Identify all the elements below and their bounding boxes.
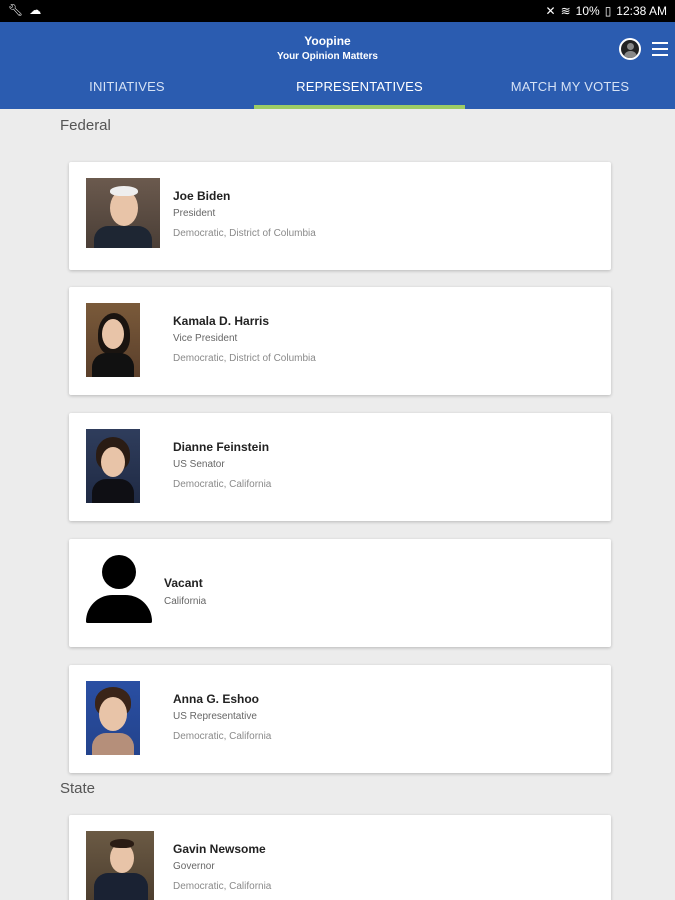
rep-title: Governor (173, 861, 215, 872)
hamburger-menu-icon[interactable] (652, 42, 668, 56)
rep-name: Vacant (164, 576, 203, 590)
rep-card[interactable]: Kamala D. Harris Vice President Democrat… (69, 287, 611, 395)
tab-representatives[interactable]: REPRESENTATIVES (254, 75, 465, 109)
rep-photo (86, 429, 140, 503)
rep-title: US Senator (173, 459, 225, 470)
rep-party: Democratic, District of Columbia (173, 228, 316, 239)
tab-bar: INITIATIVES REPRESENTATIVES MATCH MY VOT… (0, 75, 675, 109)
rep-card[interactable]: Gavin Newsome Governor Democratic, Calif… (69, 815, 611, 900)
rep-card[interactable]: Joe Biden President Democratic, District… (69, 162, 611, 270)
app-title: Yoopine (304, 34, 351, 48)
rep-title: Vice President (173, 333, 238, 344)
rep-name: Gavin Newsome (173, 842, 266, 856)
rep-party: Democratic, California (173, 479, 272, 490)
app-bar: Yoopine Your Opinion Matters INITIATIVES… (0, 22, 675, 109)
app-subtitle: Your Opinion Matters (277, 51, 378, 62)
rep-party: Democratic, California (173, 881, 272, 892)
cloud-icon: ☁︎ (29, 3, 42, 17)
rep-party: Democratic, California (173, 731, 272, 742)
battery-icon: ▯ (604, 4, 612, 18)
mute-icon: ✕ (545, 4, 556, 18)
wifi-icon: ≋ (560, 4, 571, 18)
status-bar: 🔧︎ ☁︎ ✕ ≋ 10% ▯ 12:38 AM (0, 0, 675, 22)
wrench-icon: 🔧︎ (8, 3, 24, 17)
battery-level: 10% (575, 4, 600, 18)
tab-match-my-votes[interactable]: MATCH MY VOTES (465, 75, 675, 109)
section-title-state: State (60, 780, 96, 797)
rep-photo (86, 681, 140, 755)
person-placeholder-icon (86, 555, 152, 623)
rep-card[interactable]: Vacant California (69, 539, 611, 647)
rep-photo (86, 831, 154, 900)
tab-initiatives[interactable]: INITIATIVES (0, 75, 254, 109)
rep-photo (86, 178, 160, 248)
rep-title: California (164, 596, 207, 607)
section-title-federal: Federal (60, 117, 111, 134)
rep-card[interactable]: Dianne Feinstein US Senator Democratic, … (69, 413, 611, 521)
rep-name: Dianne Feinstein (173, 440, 270, 454)
rep-photo (86, 303, 140, 377)
clock: 12:38 AM (616, 4, 667, 18)
rep-name: Joe Biden (173, 189, 231, 203)
rep-party: Democratic, District of Columbia (173, 353, 316, 364)
user-avatar[interactable] (619, 38, 641, 60)
rep-title: US Representative (173, 711, 257, 722)
rep-title: President (173, 208, 216, 219)
rep-name: Anna G. Eshoo (173, 692, 260, 706)
rep-card[interactable]: Anna G. Eshoo US Representative Democrat… (69, 665, 611, 773)
rep-name: Kamala D. Harris (173, 314, 270, 328)
